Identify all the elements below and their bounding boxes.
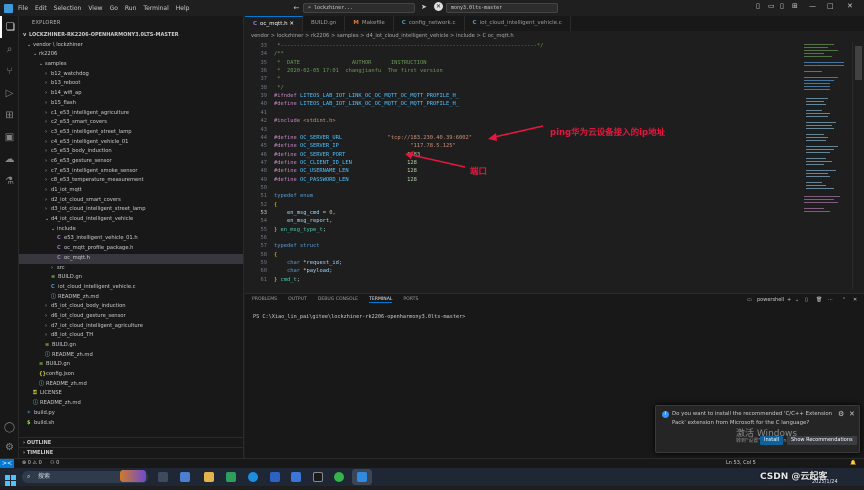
tab-output[interactable]: OUTPUT [288, 297, 307, 303]
tab-problems[interactable]: PROBLEMS [252, 297, 277, 303]
terminal-shell-label[interactable]: powershell [757, 297, 784, 303]
terminal-app-icon[interactable] [313, 472, 323, 482]
bell-icon[interactable]: 🔔 [850, 460, 856, 466]
tab-debug-console[interactable]: DEBUG CONSOLE [318, 297, 358, 303]
annotation-arrow-port [406, 153, 466, 168]
close-panel-icon[interactable]: ✕ [853, 297, 857, 303]
tab-terminal[interactable]: TERMINAL [369, 297, 393, 303]
show-recommendations-button[interactable]: Show Recommendations [787, 436, 857, 445]
vscode-taskbar-icon[interactable] [357, 472, 367, 482]
edge-browser-icon[interactable] [248, 472, 258, 482]
terminal-prompt[interactable]: PS C:\Xiao_lin_pai\gitee\lockzhiner-rk22… [253, 314, 465, 320]
annotation-ip-note: ping华为云设备接入的ip地址 [550, 128, 666, 138]
close-icon[interactable]: ✕ [849, 410, 855, 418]
wechat-icon[interactable] [334, 472, 344, 482]
annotation-arrowhead-ip [488, 133, 497, 141]
status-bar: >< ⊗ 0 ⚠ 0 ⚇ 0 Ln 53, Col 5 🔔 [0, 458, 864, 468]
split-terminal-icon[interactable]: ▯ [805, 297, 808, 303]
search-highlight-icon [120, 470, 146, 482]
windows-taskbar: ⌕ 搜索 CSDN @云起客 2025/1/24 [0, 468, 864, 486]
more-actions-icon[interactable]: ··· [828, 297, 833, 303]
remote-indicator[interactable]: >< [0, 459, 14, 468]
new-terminal-icon[interactable]: + [787, 297, 791, 303]
info-icon: i [662, 411, 669, 418]
widgets-icon[interactable] [180, 472, 190, 482]
store-icon[interactable] [291, 472, 301, 482]
panel-tabs: PROBLEMS OUTPUT DEBUG CONSOLE TERMINAL P… [252, 297, 429, 303]
problems-count[interactable]: ⊗ 0 ⚠ 0 [22, 460, 42, 466]
app-icon-blue[interactable] [270, 472, 280, 482]
gear-icon[interactable]: ⚙ [838, 410, 844, 418]
install-button[interactable]: Install [760, 436, 784, 445]
task-view-icon[interactable] [158, 472, 168, 482]
terminal-icon: ▭ [747, 297, 752, 303]
annotation-port-note: 端口 [470, 167, 488, 177]
file-explorer-icon[interactable] [204, 472, 214, 482]
trash-icon[interactable]: 🗑 [816, 297, 822, 303]
search-icon: ⌕ [27, 473, 31, 480]
maximize-panel-icon[interactable]: ⌃ [842, 297, 846, 303]
tab-ports[interactable]: PORTS [403, 297, 418, 303]
extension-notification: i Do you want to install the recommended… [655, 405, 860, 453]
windows-start-icon[interactable] [5, 471, 16, 486]
chevron-down-icon[interactable]: ⌄ [795, 297, 799, 303]
taskbar-date: 2025/1/24 [812, 479, 838, 485]
annotation-arrow-ip [489, 125, 544, 139]
ports-count[interactable]: ⚇ 0 [50, 460, 59, 466]
notification-text-line1: Do you want to install the recommended '… [672, 411, 833, 417]
cursor-position[interactable]: Ln 53, Col 5 [726, 460, 756, 466]
taskbar-search[interactable]: ⌕ 搜索 [22, 470, 148, 483]
app-icon-green[interactable] [226, 472, 236, 482]
